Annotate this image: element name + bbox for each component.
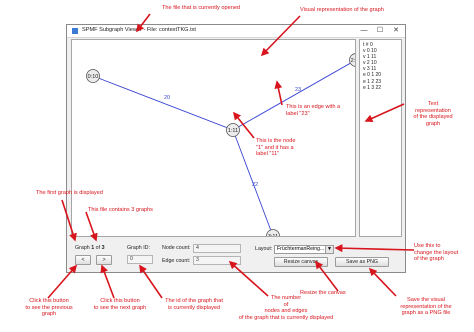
arrow-save-png — [368, 267, 397, 297]
annotation-prev-graph: Click this button to see the previous gr… — [25, 298, 73, 318]
arrow-next-graph — [100, 264, 115, 299]
arrow-contains-graphs — [85, 211, 98, 242]
annotation-node-label: This is the node "1" and it has a label … — [256, 138, 296, 158]
annotation-change-layout: Use this to change the layout of the gra… — [414, 243, 459, 263]
annotation-arrows — [47, 13, 415, 299]
arrow-graph-id — [139, 264, 163, 299]
annotation-file-opened: The file that is currently opened — [162, 5, 241, 11]
annotation-contains-graphs: This file contains 3 graphs — [88, 207, 153, 213]
arrow-counts — [228, 260, 269, 297]
arrow-text-representation — [364, 103, 405, 123]
arrow-visual-representation — [260, 15, 301, 57]
annotation-first-graph: The first graph is displayed — [36, 190, 103, 196]
annotation-visual-representation: Visual representation of the graph — [300, 7, 384, 13]
annotation-save-png: Save the visual representation of the gr… — [400, 297, 452, 317]
arrow-change-layout — [334, 244, 415, 253]
annotation-graph-id: The id of the graph that is currently di… — [165, 298, 223, 311]
annotation-text-representation: Text representation of the displayed gra… — [413, 101, 453, 127]
annotation-counts: The number of nodes and edges of the gra… — [238, 295, 334, 321]
arrow-resize-canvas — [315, 260, 339, 292]
annotation-next-graph: Click this button to see the next graph — [93, 298, 147, 311]
arrow-first-graph — [61, 199, 77, 242]
arrow-file-opened — [136, 13, 151, 33]
arrow-prev-graph — [47, 264, 78, 299]
arrow-node-label — [233, 111, 255, 139]
arrow-edge-label — [274, 80, 283, 106]
annotation-edge-label: This is an edge with a label "23" — [286, 104, 341, 117]
